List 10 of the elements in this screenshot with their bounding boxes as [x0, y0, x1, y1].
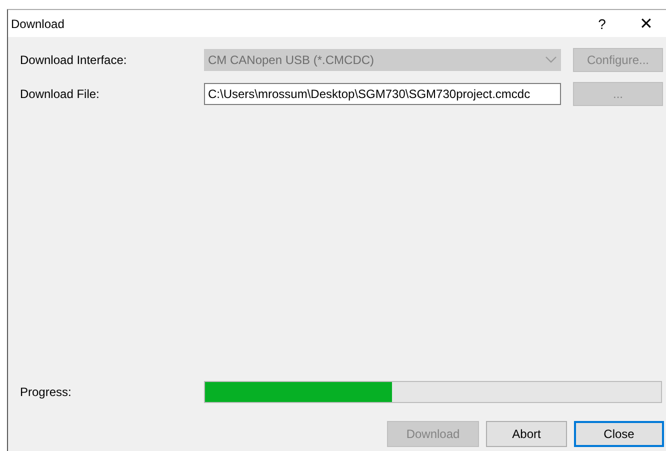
window-title: Download: [11, 16, 66, 30]
field-label: Download Interface:: [20, 53, 128, 67]
chevron-down-icon: [545, 56, 557, 64]
dialog-button[interactable]: Abort: [486, 421, 567, 447]
close-button[interactable]: ✕: [636, 14, 656, 34]
field-label: Download File:: [20, 87, 100, 101]
progress-label: Progress:: [20, 385, 72, 399]
dialog-button[interactable]: Close: [574, 421, 664, 447]
file-path-field[interactable]: C:\Users\mrossum\Desktop\SGM730\SGM730project.cmcdc: [204, 83, 561, 105]
help-button[interactable]: ?: [592, 16, 612, 32]
